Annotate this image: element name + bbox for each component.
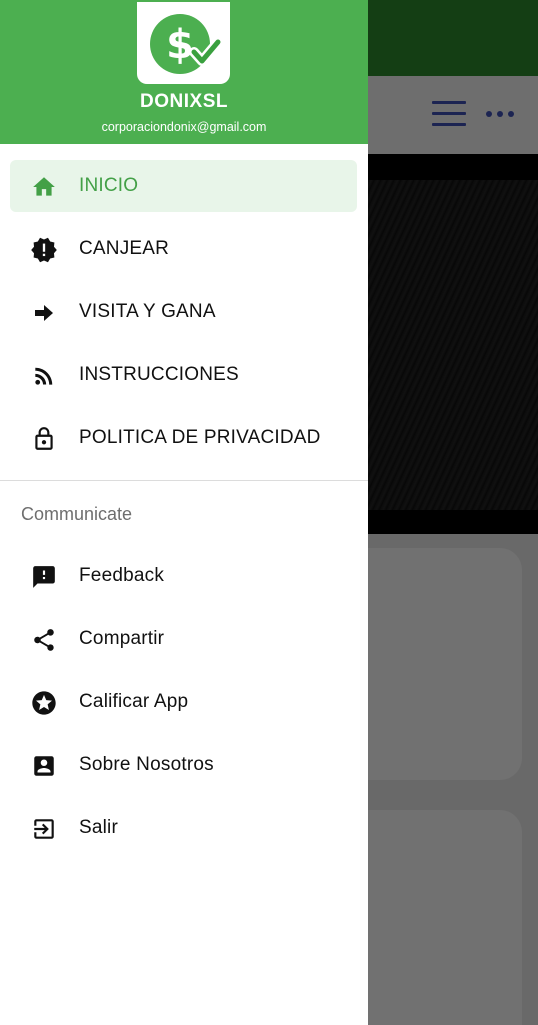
dollar-check-icon: $ (149, 14, 223, 74)
navigation-drawer: $ DONIXSL corporaciondonix@gmail.com INI… (0, 0, 368, 1025)
home-icon (30, 173, 58, 201)
menu-item-sobre-nosotros[interactable]: Sobre Nosotros (10, 739, 357, 791)
account-box-icon (30, 752, 58, 780)
menu-item-label: INICIO (79, 175, 139, 196)
menu-item-calificar-app[interactable]: Calificar App (10, 676, 357, 728)
menu-item-label: Feedback (79, 565, 165, 586)
star-circle-icon (30, 689, 58, 717)
svg-text:$: $ (166, 22, 194, 68)
menu-item-label: Sobre Nosotros (79, 754, 214, 775)
arrow-right-icon (30, 299, 58, 327)
lock-icon (30, 425, 58, 453)
rss-feed-icon (30, 362, 58, 390)
menu-item-label: Calificar App (79, 691, 189, 712)
section-title-communicate: Communicate (21, 504, 133, 524)
app-logo: $ (137, 2, 230, 84)
menu-item-label: Salir (79, 817, 119, 838)
menu-divider (0, 480, 368, 481)
alert-badge-icon (30, 236, 58, 264)
menu-item-label: VISITA Y GANA (79, 301, 216, 322)
menu-item-visita-y-gana[interactable]: VISITA Y GANA (10, 286, 357, 338)
menu-item-salir[interactable]: Salir (10, 802, 357, 854)
menu-item-feedback[interactable]: Feedback (10, 550, 357, 602)
app-name: DONIXSL (140, 91, 228, 112)
exit-icon (30, 815, 58, 843)
menu-item-instrucciones[interactable]: INSTRUCCIONES (10, 349, 357, 401)
feedback-icon (30, 563, 58, 591)
menu-item-compartir[interactable]: Compartir (10, 613, 357, 665)
account-email: corporaciondonix@gmail.com (101, 120, 267, 134)
drawer-header: $ DONIXSL corporaciondonix@gmail.com (0, 0, 368, 144)
menu-item-canjear[interactable]: CANJEAR (10, 223, 357, 275)
menu-item-label: CANJEAR (79, 238, 170, 259)
menu-item-label: Compartir (79, 628, 165, 649)
menu-item-inicio[interactable]: INICIO (10, 160, 357, 212)
menu-item-label: INSTRUCCIONES (79, 364, 239, 385)
menu-item-label: POLITICA DE PRIVACIDAD (79, 427, 321, 448)
share-icon (30, 626, 58, 654)
menu-item-politica-de-privacidad[interactable]: POLITICA DE PRIVACIDAD (10, 412, 357, 464)
